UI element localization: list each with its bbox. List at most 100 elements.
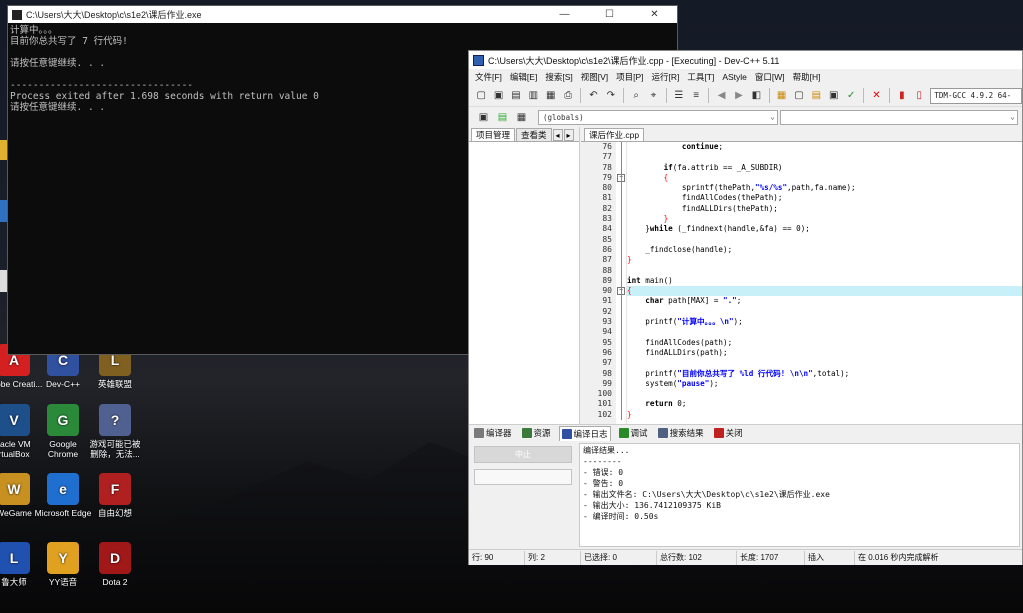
close-file-icon[interactable]: ▦ xyxy=(543,87,559,104)
tab-scroll-right-icon[interactable]: ▸ xyxy=(563,129,574,141)
desktop-icon[interactable]: G Google Chrome xyxy=(34,404,92,459)
desktop-icon[interactable]: e Microsoft Edge xyxy=(34,473,92,518)
line-number: 99 xyxy=(602,378,612,388)
undo-icon[interactable]: ↶ xyxy=(585,87,601,104)
code-line[interactable]: printf("目前你总共写了 %ld 行代码! \n\n",total); xyxy=(627,369,1022,379)
shorten-paths-box[interactable] xyxy=(474,469,572,485)
menu-item[interactable]: 项目[P] xyxy=(612,71,647,83)
save-icon[interactable]: ▤ xyxy=(508,87,524,104)
project-tree[interactable] xyxy=(469,141,579,424)
code-line[interactable]: findALLDirs(thePath); xyxy=(627,204,1022,214)
check-icon[interactable]: ✓ xyxy=(843,87,859,104)
menu-item[interactable]: 文件[F] xyxy=(471,71,506,83)
log-line: - 输出文件名: C:\Users\大大\Desktop\c\s1e2\课后作业… xyxy=(583,490,830,499)
code-line[interactable]: { xyxy=(627,286,1022,297)
code-line[interactable]: }while (_findnext(handle,&fa) == 0); xyxy=(627,224,1022,234)
tab-project[interactable]: 项目管理 xyxy=(471,128,516,141)
console-titlebar[interactable]: C:\Users\大大\Desktop\c\s1e2\课后作业.exe — ☐ … xyxy=(8,6,677,23)
compiler-select[interactable]: TDM-GCC 4.9.2 64- xyxy=(930,87,1023,104)
tab-scroll-left-icon[interactable]: ◂ xyxy=(552,129,563,141)
project-add-icon[interactable]: ▤ xyxy=(494,109,511,126)
editor-tab[interactable]: 课后作业.cpp xyxy=(584,128,645,141)
code-line[interactable]: int main() xyxy=(627,276,1022,286)
goto-forward-icon[interactable]: ▶ xyxy=(731,87,747,104)
status-row: 行: 90 xyxy=(469,550,525,565)
menu-item[interactable]: 编辑[E] xyxy=(506,71,541,83)
compile-log[interactable]: 编译结果... -------- - 错误: 0 - 警告: 0 - 输出文件名: C:… xyxy=(579,443,1020,547)
project-new-icon[interactable]: ▣ xyxy=(475,109,492,126)
desktop-icon[interactable]: Y YY语音 xyxy=(34,542,92,587)
desktop-icon[interactable]: ? 游戏可能已被删除，无法... xyxy=(86,404,144,459)
save-all-icon[interactable]: ▥ xyxy=(525,87,541,104)
code-line[interactable]: findAllCodes(path); xyxy=(627,338,1022,348)
bottom-tab[interactable]: 编译日志 xyxy=(558,425,611,441)
menu-item[interactable]: 帮助[H] xyxy=(789,71,825,83)
indent-icon[interactable]: ☰ xyxy=(671,87,687,104)
goto-back-icon[interactable]: ◀ xyxy=(713,87,729,104)
code-editor[interactable]: 76 77 78 79 80 81 82 83 84 85 86 87 88 89 90 91 92 93 94 95… xyxy=(581,141,1022,424)
close-button[interactable]: ✕ xyxy=(632,9,677,20)
compile-icon[interactable]: ▦ xyxy=(773,87,789,104)
menu-item[interactable]: 搜索[S] xyxy=(541,71,576,83)
bottom-tab[interactable]: 搜索结果 xyxy=(656,426,706,441)
devcpp-titlebar[interactable]: C:\Users\大大\Desktop\c\s1e2\课后作业.cpp - [E… xyxy=(469,51,1022,69)
code-line[interactable]: } xyxy=(627,255,1022,265)
code-line[interactable]: } xyxy=(627,214,1022,224)
open-icon[interactable]: ▣ xyxy=(490,87,506,104)
rebuild-icon[interactable]: ▣ xyxy=(826,87,842,104)
code-text[interactable]: continue; if(fa.attrib == _A_SUBDIR) { s… xyxy=(627,142,1022,424)
bookmark-icon[interactable]: ◧ xyxy=(748,87,764,104)
code-line[interactable]: return 0; xyxy=(627,399,1022,409)
code-line[interactable]: findALLDirs(path); xyxy=(627,348,1022,358)
redo-icon[interactable]: ↷ xyxy=(603,87,619,104)
chart-icon[interactable]: ▯ xyxy=(911,87,927,104)
compile-run-icon[interactable]: ▤ xyxy=(808,87,824,104)
project-remove-icon[interactable]: ▦ xyxy=(513,109,530,126)
replace-icon[interactable]: ⌖ xyxy=(645,87,661,104)
bottom-tab[interactable]: 编译器 xyxy=(472,426,514,441)
minimize-button[interactable]: — xyxy=(542,9,587,20)
code-line[interactable] xyxy=(627,152,1022,162)
code-line[interactable]: char path[MAX] = "."; xyxy=(627,296,1022,306)
code-line[interactable]: findAllCodes(thePath); xyxy=(627,193,1022,203)
bottom-tab[interactable]: 调试 xyxy=(617,426,650,441)
code-line[interactable]: { xyxy=(627,173,1022,183)
menu-item[interactable]: 工具[T] xyxy=(683,71,718,83)
desktop-icon[interactable]: D Dota 2 xyxy=(86,542,144,587)
code-line[interactable]: continue; xyxy=(627,142,1022,152)
unindent-icon[interactable]: ≡ xyxy=(688,87,704,104)
print-icon[interactable]: ⎙ xyxy=(560,87,576,104)
menu-item[interactable]: 运行[R] xyxy=(648,71,684,83)
code-line[interactable]: _findclose(handle); xyxy=(627,245,1022,255)
desktop-icon[interactable]: F 自由幻想 xyxy=(86,473,144,518)
menu-item[interactable]: 窗口[W] xyxy=(751,71,789,83)
code-line[interactable] xyxy=(627,266,1022,276)
bottom-tab-icon xyxy=(618,428,629,438)
menu-item[interactable]: AStyle xyxy=(718,72,751,82)
code-line[interactable]: if(fa.attrib == _A_SUBDIR) xyxy=(627,163,1022,173)
code-line[interactable]: sprintf(thePath,"%s/%s",path,fa.name); xyxy=(627,183,1022,193)
abort-button[interactable]: 中止 xyxy=(474,446,572,463)
stop-icon[interactable]: ✕ xyxy=(868,87,884,104)
members-combo[interactable]: ⌄ xyxy=(780,109,1018,125)
tab-classes[interactable]: 查看类 xyxy=(516,128,552,141)
code-line[interactable]: system("pause"); xyxy=(627,379,1022,389)
maximize-button[interactable]: ☐ xyxy=(587,9,632,20)
code-line[interactable] xyxy=(627,327,1022,337)
new-file-icon[interactable]: ▢ xyxy=(473,87,489,104)
profile-icon[interactable]: ▮ xyxy=(894,87,910,104)
globals-combo[interactable]: (globals) ⌄ xyxy=(538,109,778,125)
bottom-tab[interactable]: 资源 xyxy=(520,426,553,441)
code-line[interactable] xyxy=(627,358,1022,368)
code-line[interactable] xyxy=(627,389,1022,399)
find-icon[interactable]: ⌕ xyxy=(628,87,644,104)
code-line[interactable] xyxy=(627,235,1022,245)
code-line[interactable]: } xyxy=(627,410,1022,420)
log-line: - 编译时间: 0.50s xyxy=(583,512,659,521)
bottom-tab[interactable]: 关闭 xyxy=(712,426,745,441)
code-line[interactable]: printf("计算中。。。\n"); xyxy=(627,317,1022,327)
devcpp-window[interactable]: C:\Users\大大\Desktop\c\s1e2\课后作业.cpp - [E… xyxy=(468,50,1023,565)
run-icon[interactable]: ▢ xyxy=(791,87,807,104)
menu-item[interactable]: 视图[V] xyxy=(577,71,612,83)
code-line[interactable] xyxy=(627,307,1022,317)
